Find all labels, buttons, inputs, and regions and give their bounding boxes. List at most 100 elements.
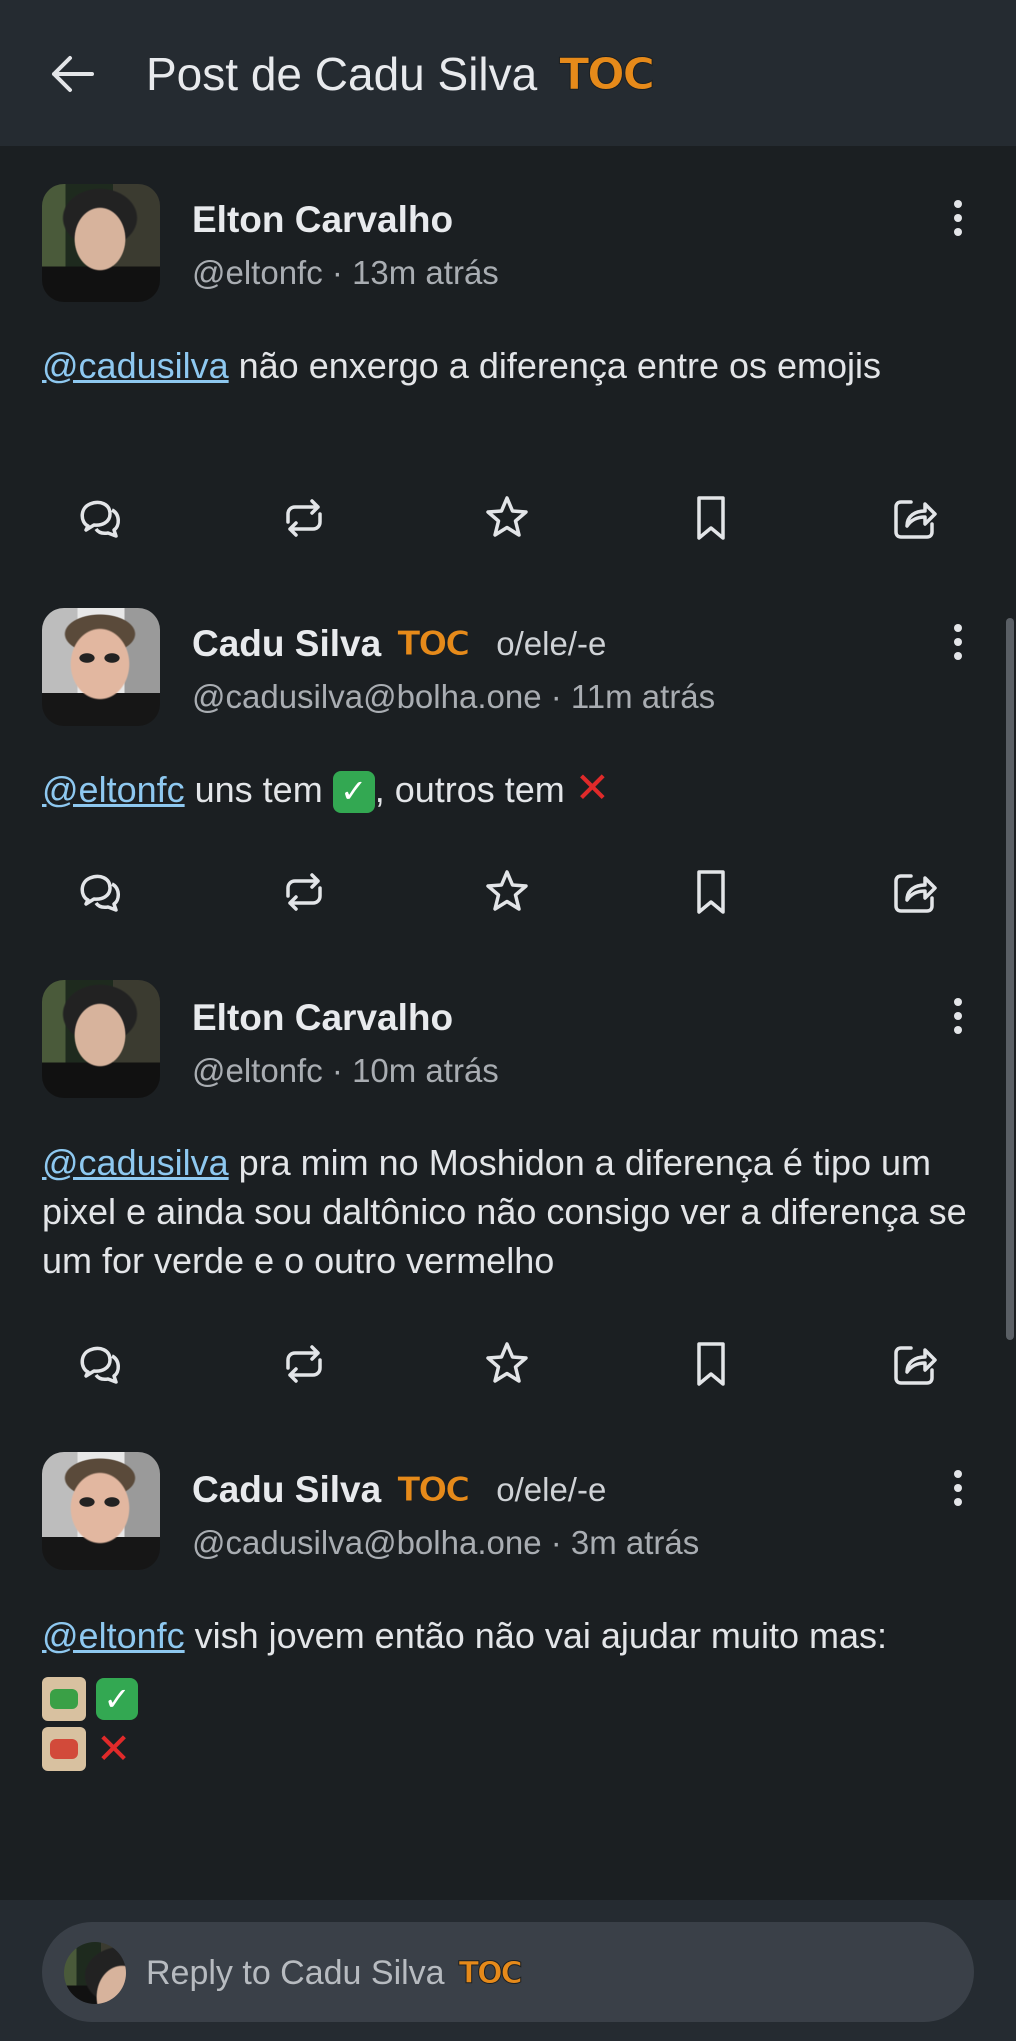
- reply-input[interactable]: Reply to Cadu Silva TOC: [42, 1922, 974, 2022]
- author-handle[interactable]: @eltonfc: [192, 254, 323, 291]
- check-mark-emoji-icon: ✓: [332, 770, 375, 813]
- emoji-line: ✓: [42, 1674, 982, 1724]
- favorite-button[interactable]: [477, 1334, 537, 1394]
- share-icon: [894, 874, 937, 913]
- author-name[interactable]: Cadu Silva: [192, 1469, 381, 1511]
- boost-button[interactable]: [274, 488, 334, 548]
- post-content: @cadusilva não enxergo a diferença entre…: [42, 341, 982, 390]
- author-name[interactable]: Elton Carvalho: [192, 199, 453, 241]
- post-text: , outros tem: [374, 769, 575, 810]
- pronouns-field: o/ele/-e: [496, 1471, 607, 1508]
- more-options-button[interactable]: [942, 1464, 974, 1512]
- author-handle[interactable]: @cadusilva@bolha.one: [192, 1524, 542, 1561]
- reply-icon: [80, 500, 120, 538]
- mention-link[interactable]: @cadusilva: [42, 1142, 229, 1183]
- handle-row: @cadusilva@bolha.one · 11m atrás: [192, 678, 715, 716]
- handle-row: @eltonfc · 10m atrás: [192, 1052, 499, 1090]
- more-options-button[interactable]: [942, 992, 974, 1040]
- reply-placeholder: Reply to Cadu Silva TOC: [146, 1948, 523, 1998]
- page-title: Post de Cadu Silva TOC: [146, 46, 656, 102]
- avatar: [64, 1942, 126, 2004]
- avatar[interactable]: [42, 184, 160, 302]
- reply-button[interactable]: [70, 488, 130, 548]
- bookmark-button[interactable]: [681, 488, 741, 548]
- share-button[interactable]: [885, 862, 945, 922]
- reply-button[interactable]: [70, 862, 130, 922]
- back-button[interactable]: [44, 46, 100, 102]
- custom-red-emoji-icon: [42, 1727, 86, 1771]
- mention-link[interactable]: @cadusilva: [42, 345, 229, 386]
- post-text: não enxergo a diferença entre os emojis: [228, 345, 882, 386]
- cross-mark-emoji-icon: ✕: [574, 764, 610, 811]
- mention-link[interactable]: @eltonfc: [42, 769, 185, 810]
- reply-placeholder-text: Reply to Cadu Silva: [146, 1953, 445, 1992]
- kebab-icon: [954, 998, 962, 1006]
- toc-badge: TOC: [559, 48, 656, 100]
- share-button[interactable]: [885, 488, 945, 548]
- favorite-icon: [486, 1342, 528, 1383]
- post-text: uns tem: [184, 769, 333, 810]
- author-row: Elton Carvalho: [192, 994, 453, 1042]
- share-icon: [894, 1346, 937, 1385]
- reply-button[interactable]: [70, 1334, 130, 1394]
- boost-button[interactable]: [274, 1334, 334, 1394]
- page-title-text: Post de Cadu Silva: [146, 48, 538, 100]
- emoji-line: ✕: [42, 1724, 982, 1774]
- post-content: @eltonfc vish jovem então não vai ajudar…: [42, 1611, 982, 1774]
- share-button[interactable]: [885, 1334, 945, 1394]
- post-text: vish jovem então não vai ajudar muito ma…: [184, 1615, 887, 1656]
- post-time: · 3m atrás: [550, 1524, 700, 1561]
- boost-icon: [286, 499, 322, 537]
- favorite-button[interactable]: [477, 488, 537, 548]
- author-name[interactable]: Cadu Silva: [192, 623, 381, 665]
- toc-badge: TOC: [397, 624, 471, 665]
- bookmark-icon: [697, 1342, 725, 1386]
- boost-button[interactable]: [274, 862, 334, 922]
- boost-icon: [286, 1345, 322, 1383]
- post-content: @eltonfc uns tem ✓, outros tem ✕: [42, 765, 982, 814]
- bookmark-button[interactable]: [681, 862, 741, 922]
- post-time: · 13m atrás: [331, 254, 499, 291]
- pronouns-field: o/ele/-e: [496, 625, 607, 662]
- boost-icon: [286, 873, 322, 911]
- favorite-icon: [486, 496, 528, 537]
- author-row: Cadu Silva TOC o/ele/-e: [192, 1466, 606, 1514]
- bookmark-button[interactable]: [681, 1334, 741, 1394]
- custom-green-emoji-icon: [42, 1677, 86, 1721]
- post-actions: [0, 1334, 1016, 1394]
- kebab-icon: [954, 1470, 962, 1478]
- favorite-icon: [486, 870, 528, 911]
- kebab-icon: [954, 200, 962, 208]
- author-row: Cadu Silva TOC o/ele/-e: [192, 620, 606, 668]
- reply-bar: Reply to Cadu Silva TOC: [0, 1900, 1016, 2041]
- avatar[interactable]: [42, 608, 160, 726]
- mention-link[interactable]: @eltonfc: [42, 1615, 185, 1656]
- toc-badge: TOC: [397, 1470, 471, 1511]
- post-actions: [0, 862, 1016, 922]
- scrollbar[interactable]: [1006, 618, 1014, 1340]
- author-row: Elton Carvalho: [192, 196, 453, 244]
- toc-badge: TOC: [458, 1955, 523, 1991]
- bookmark-icon: [697, 870, 725, 914]
- handle-row: @eltonfc · 13m atrás: [192, 254, 499, 292]
- bookmark-icon: [697, 496, 725, 540]
- author-name[interactable]: Elton Carvalho: [192, 997, 453, 1039]
- post-time: · 10m atrás: [331, 1052, 499, 1089]
- post-content: @cadusilva pra mim no Moshidon a diferen…: [42, 1138, 982, 1285]
- arrow-left-icon: [52, 56, 94, 92]
- check-mark-emoji-icon: ✓: [96, 1678, 138, 1720]
- post-time: · 11m atrás: [550, 678, 716, 715]
- author-handle[interactable]: @eltonfc: [192, 1052, 323, 1089]
- kebab-icon: [954, 624, 962, 632]
- more-options-button[interactable]: [942, 194, 974, 242]
- handle-row: @cadusilva@bolha.one · 3m atrás: [192, 1524, 699, 1562]
- cross-mark-emoji-icon: ✕: [96, 1725, 132, 1772]
- post-actions: [0, 488, 1016, 548]
- reply-icon: [80, 1346, 120, 1384]
- avatar[interactable]: [42, 980, 160, 1098]
- avatar[interactable]: [42, 1452, 160, 1570]
- favorite-button[interactable]: [477, 862, 537, 922]
- author-handle[interactable]: @cadusilva@bolha.one: [192, 678, 542, 715]
- app-header: Post de Cadu Silva TOC: [0, 0, 1016, 146]
- more-options-button[interactable]: [942, 618, 974, 666]
